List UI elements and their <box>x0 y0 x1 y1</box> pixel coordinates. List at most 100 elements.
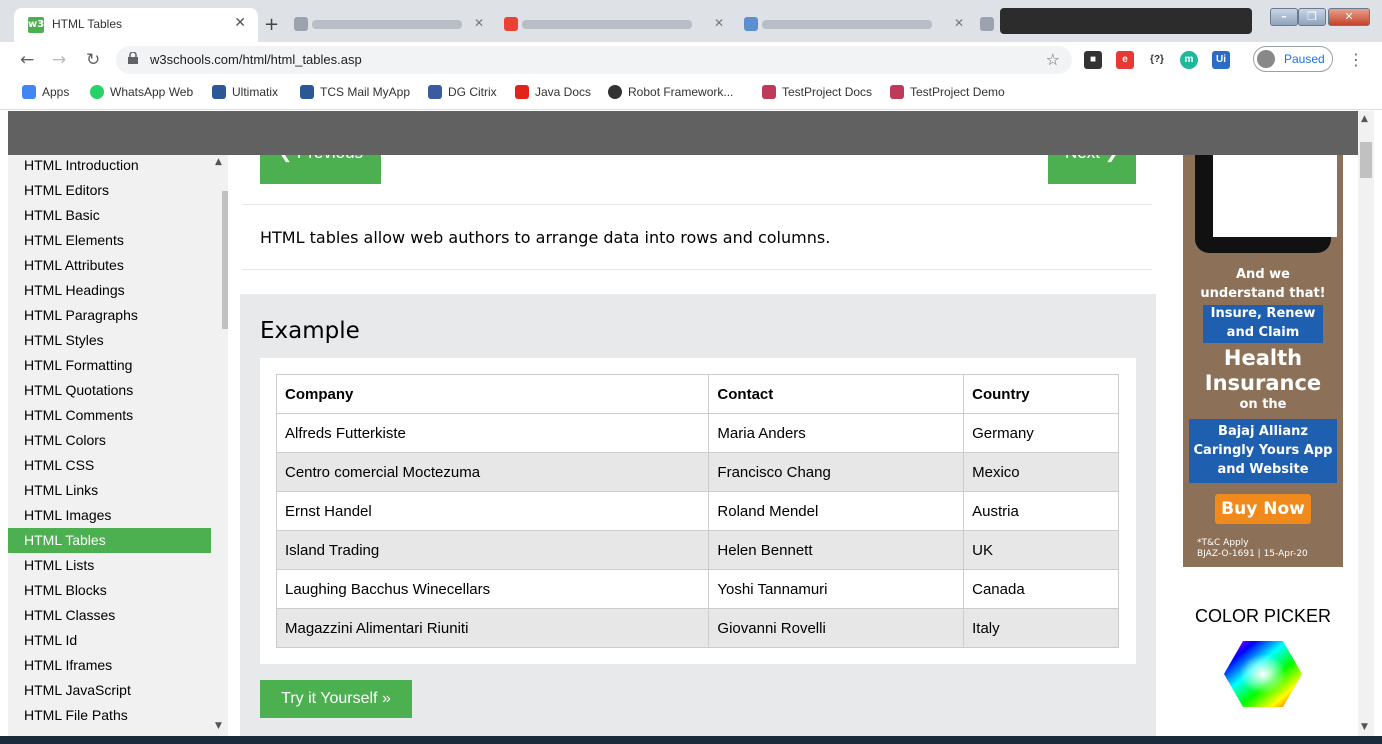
whatsapp-icon <box>90 85 104 99</box>
sidebar-item-html-javascript[interactable]: HTML JavaScript <box>8 678 211 703</box>
sidebar-item-html-links[interactable]: HTML Links <box>8 478 211 503</box>
sidebar-item-html-quotations[interactable]: HTML Quotations <box>8 378 211 403</box>
tab-title-blurred <box>522 20 692 29</box>
table-row: Magazzini Alimentari Riuniti Giovanni Rov… <box>275 608 1119 648</box>
bookmark-whatsapp[interactable]: WhatsApp Web <box>90 85 193 99</box>
companies-table: Company Contact Country Alfreds Futterki… <box>275 374 1119 648</box>
sidebar-item-html-file-paths[interactable]: HTML File Paths <box>8 703 211 728</box>
table-cell: Centro comercial Moctezuma <box>275 452 710 492</box>
sidebar-item-html-paragraphs[interactable]: HTML Paragraphs <box>8 303 211 328</box>
background-tab-4[interactable] <box>978 8 998 42</box>
background-tab-3[interactable]: ✕ <box>742 8 972 42</box>
sidebar-item-html-elements[interactable]: HTML Elements <box>8 228 211 253</box>
sidebar-item-html-attributes[interactable]: HTML Attributes <box>8 253 211 278</box>
back-arrow-icon[interactable]: ← <box>20 50 34 70</box>
page-scroll-up-icon[interactable]: ▲ <box>1361 114 1368 124</box>
browser-toolbar: ← → ↻ w3schools.com/html/html_tables.asp… <box>0 42 1382 78</box>
minimize-button[interactable]: – <box>1270 8 1298 26</box>
maximize-button[interactable]: ❐ <box>1298 8 1326 26</box>
try-it-yourself-button[interactable]: Try it Yourself » <box>260 680 412 718</box>
header-country: Country <box>963 374 1119 414</box>
sidebar-item-html-iframes[interactable]: HTML Iframes <box>8 653 211 678</box>
page-scrollbar-thumb[interactable] <box>1360 142 1372 178</box>
google-favicon-icon <box>504 17 518 31</box>
profile-paused-button[interactable]: Paused <box>1253 46 1333 72</box>
bookmark-robot-framework[interactable]: Robot Framework... <box>608 85 733 99</box>
extension-ui-icon[interactable]: Ui <box>1212 51 1230 69</box>
extension-m-icon[interactable]: m <box>1180 51 1198 69</box>
bookmark-dg-citrix[interactable]: DG Citrix <box>428 85 497 99</box>
oracle-icon <box>515 85 529 99</box>
ad-buy-now-button[interactable]: Buy Now <box>1215 494 1311 524</box>
color-picker-hexagon-icon[interactable] <box>1223 640 1303 708</box>
ad-line-1: And we <box>1236 267 1290 282</box>
globe-icon[interactable] <box>1268 123 1288 149</box>
sidebar-item-html-headings[interactable]: HTML Headings <box>8 278 211 303</box>
insurance-ad-banner[interactable]: And we understand that! Insure, Renew an… <box>1183 155 1343 567</box>
sidebar-item-html-images[interactable]: HTML Images <box>8 503 211 528</box>
browser-menu-icon[interactable]: ⋮ <box>1348 50 1364 69</box>
sidebar-item-html-introduction[interactable]: HTML Introduction <box>8 155 211 178</box>
tab-title-blurred <box>312 20 462 29</box>
nav-python[interactable]: PYTHON <box>408 111 481 155</box>
tab-close-icon[interactable]: ✕ <box>474 16 484 30</box>
sidebar-item-html-id[interactable]: HTML Id <box>8 628 211 653</box>
page-scrollbar[interactable] <box>1358 111 1374 736</box>
tab-html-tables[interactable]: w3 HTML Tables ✕ <box>14 8 258 42</box>
bookmark-ultimatix[interactable]: Ultimatix <box>212 85 278 99</box>
tab-close-icon[interactable]: ✕ <box>714 16 724 30</box>
nav-how-to[interactable]: HOW TO <box>706 111 777 155</box>
next-button[interactable]: Next ❯ <box>1048 143 1136 184</box>
search-icon[interactable] <box>1321 123 1341 150</box>
home-icon[interactable]: ⌂ <box>23 111 37 155</box>
sidebar-item-html-lists[interactable]: HTML Lists <box>8 553 211 578</box>
table-cell: Ernst Handel <box>275 491 710 531</box>
sidebar-item-html-formatting[interactable]: HTML Formatting <box>8 353 211 378</box>
scroll-up-arrow-icon[interactable]: ▲ <box>215 157 222 167</box>
nav-more[interactable]: MORE ▾ <box>809 111 875 155</box>
tab-close-icon[interactable]: ✕ <box>234 15 246 31</box>
nav-html[interactable]: HTML <box>60 111 136 155</box>
bookmark-apps[interactable]: Apps <box>22 85 69 99</box>
sidebar-item-html-editors[interactable]: HTML Editors <box>8 178 211 203</box>
bookmark-java-docs[interactable]: Java Docs <box>515 85 591 99</box>
address-bar[interactable]: w3schools.com/html/html_tables.asp ☆ <box>116 46 1072 74</box>
sidebar-item-html-styles[interactable]: HTML Styles <box>8 328 211 353</box>
close-window-button[interactable]: ✕ <box>1328 8 1370 26</box>
table-cell: Canada <box>963 569 1119 609</box>
sidebar-item-html-tables[interactable]: HTML Tables <box>8 528 211 553</box>
sidebar-item-html-basic[interactable]: HTML Basic <box>8 203 211 228</box>
background-tab-2[interactable]: ✕ <box>502 8 732 42</box>
sidebar-item-html-css[interactable]: HTML CSS <box>8 453 211 478</box>
table-row: Ernst Handel Roland Mendel Austria <box>275 491 1119 531</box>
bookmark-star-icon[interactable]: ☆ <box>1046 50 1060 69</box>
nav-css[interactable]: CSS <box>153 111 189 155</box>
table-cell: Island Trading <box>275 530 710 570</box>
extension-red-icon[interactable]: e <box>1116 51 1134 69</box>
sidebar-item-html-blocks[interactable]: HTML Blocks <box>8 578 211 603</box>
extension-braces-icon[interactable]: {?} <box>1144 51 1170 69</box>
sidebar-item-html-colors[interactable]: HTML Colors <box>8 428 211 453</box>
previous-button[interactable]: ❮ Previous <box>260 143 381 184</box>
table-cell: Germany <box>963 413 1119 453</box>
nav-references[interactable]: REFERENCES ▾ <box>931 111 1064 155</box>
extension-cube-icon[interactable]: ■ <box>1084 51 1102 69</box>
new-tab-button[interactable]: + <box>264 14 279 35</box>
bookmark-testproject-docs[interactable]: TestProject Docs <box>762 85 872 99</box>
nav-php[interactable]: PHP <box>510 111 546 155</box>
nav-bootstrap[interactable]: BOOTSTRAP <box>574 111 682 155</box>
background-tab-1[interactable]: ✕ <box>292 8 492 42</box>
sidebar-scrollbar-thumb[interactable] <box>222 191 228 329</box>
page-scroll-down-icon[interactable]: ▼ <box>1361 722 1368 732</box>
tab-close-icon[interactable]: ✕ <box>954 16 964 30</box>
bookmark-testproject-demo[interactable]: TestProject Demo <box>890 85 1005 99</box>
sidebar-item-html-classes[interactable]: HTML Classes <box>8 603 211 628</box>
sidebar-item-html-comments[interactable]: HTML Comments <box>8 403 211 428</box>
windows-taskbar <box>0 736 1382 744</box>
sidebar: HTML Introduction HTML Editors HTML Basic H… <box>8 155 228 744</box>
scroll-down-arrow-icon[interactable]: ▼ <box>215 721 222 731</box>
bookmark-tcs-mail[interactable]: TCS Mail MyApp <box>300 85 410 99</box>
theme-toggle-icon[interactable] <box>1218 123 1238 150</box>
reload-icon[interactable]: ↻ <box>86 50 100 70</box>
forward-arrow-icon[interactable]: → <box>52 50 66 70</box>
